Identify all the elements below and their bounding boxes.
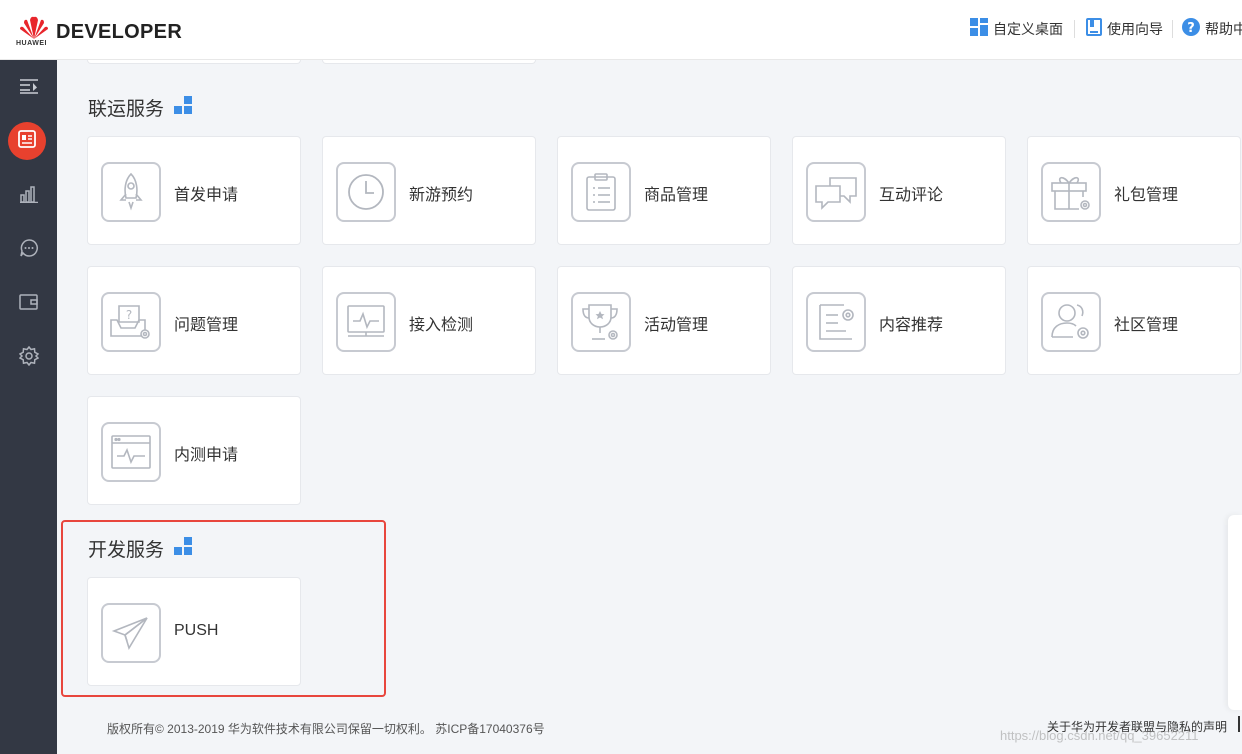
card-label: PUSH xyxy=(174,622,219,639)
service-card-product-management[interactable]: 商品管理 xyxy=(557,136,771,245)
user-guide-link[interactable]: 使用向导 xyxy=(1086,18,1163,39)
section-title-development-services: 开发服务 xyxy=(88,535,193,562)
card-label: 新游预约 xyxy=(409,187,474,204)
card-label: 内容推荐 xyxy=(879,317,944,334)
service-card-new-game-reservation[interactable]: 新游预约 xyxy=(322,136,536,245)
card-label: 内测申请 xyxy=(174,447,239,464)
menu-collapse-button[interactable] xyxy=(0,68,57,108)
service-card-content-recommendation[interactable]: 内容推荐 xyxy=(792,266,1006,375)
nav-label: 使用向导 xyxy=(1107,20,1163,37)
clock-icon xyxy=(336,162,396,222)
grid-icon[interactable] xyxy=(174,95,193,120)
sidebar-item-messages[interactable] xyxy=(0,230,57,270)
watermark: https://blog.csdn.net/qq_39652211 xyxy=(1000,728,1199,743)
card-label: 礼包管理 xyxy=(1114,187,1179,204)
card-label: 社区管理 xyxy=(1114,317,1179,334)
gift-icon xyxy=(1041,162,1101,222)
menu-collapse-icon xyxy=(19,78,39,99)
bar-chart-icon xyxy=(19,185,38,208)
card-label: 商品管理 xyxy=(644,187,709,204)
brand-title[interactable]: DEVELOPER xyxy=(56,21,182,44)
clipboard-icon xyxy=(571,162,631,222)
help-center-link[interactable]: ? 帮助中 xyxy=(1182,18,1242,39)
dashboard-icon xyxy=(970,18,988,39)
top-header: HUAWEI DEVELOPER 自定义桌面 使用向导 ? 帮助中 xyxy=(0,0,1242,60)
sidebar-item-apps[interactable] xyxy=(8,122,46,160)
nav-label: 帮助中 xyxy=(1205,20,1242,37)
service-card-push[interactable]: PUSH xyxy=(87,577,301,686)
section-title-text: 联运服务 xyxy=(88,99,165,120)
rocket-icon xyxy=(101,162,161,222)
logo-wordmark: HUAWEI xyxy=(16,40,47,47)
service-card-access-detection[interactable]: 接入检测 xyxy=(322,266,536,375)
footer-copyright: 版权所有© 2013-2019 华为软件技术有限公司保留一切权利。 苏ICP备1… xyxy=(107,722,545,736)
help-icon: ? xyxy=(1182,18,1200,39)
service-card-interactive-comments[interactable]: 互动评论 xyxy=(792,136,1006,245)
service-card-gift-package[interactable]: 礼包管理 xyxy=(1027,136,1241,245)
monitor-pulse-icon xyxy=(336,292,396,352)
service-card-community-management[interactable]: 社区管理 xyxy=(1027,266,1241,375)
service-card-beta-test-application[interactable]: 内测申请 xyxy=(87,396,301,505)
settings-icon xyxy=(18,345,39,371)
comments-icon xyxy=(806,162,866,222)
browser-pulse-icon xyxy=(101,422,161,482)
nav-divider xyxy=(1074,20,1075,38)
section-title-text: 开发服务 xyxy=(88,540,165,561)
service-card-activity-management[interactable]: 活动管理 xyxy=(557,266,771,375)
trophy-icon xyxy=(571,292,631,352)
app-card-icon xyxy=(18,129,36,153)
question-tray-icon: ? xyxy=(101,292,161,352)
service-card-issue-management[interactable]: ? 问题管理 xyxy=(87,266,301,375)
service-card-first-launch[interactable]: 首发申请 xyxy=(87,136,301,245)
left-sidebar xyxy=(0,60,57,754)
document-settings-icon xyxy=(806,292,866,352)
card-label: 互动评论 xyxy=(879,187,944,204)
side-floating-panel[interactable] xyxy=(1228,515,1242,710)
sidebar-item-analytics[interactable] xyxy=(0,176,57,216)
wallet-icon xyxy=(18,293,39,316)
community-icon xyxy=(1041,292,1101,352)
chat-bubble-icon xyxy=(19,238,39,263)
card-label: 活动管理 xyxy=(644,317,709,334)
footer-divider xyxy=(1238,716,1240,732)
customize-desktop-link[interactable]: 自定义桌面 xyxy=(970,18,1063,39)
paper-plane-icon xyxy=(101,603,161,663)
guide-icon xyxy=(1086,18,1102,39)
grid-icon[interactable] xyxy=(174,536,193,561)
card-label: 首发申请 xyxy=(174,187,239,204)
card-label: 问题管理 xyxy=(174,317,239,334)
nav-label: 自定义桌面 xyxy=(993,20,1063,37)
card-label: 接入检测 xyxy=(409,317,474,334)
sidebar-item-finance[interactable] xyxy=(0,284,57,324)
section-title-joint-operations: 联运服务 xyxy=(88,94,193,121)
svg-text:?: ? xyxy=(126,308,132,322)
nav-divider xyxy=(1172,20,1173,38)
sidebar-item-settings[interactable] xyxy=(0,338,57,378)
svg-text:?: ? xyxy=(1187,21,1195,36)
